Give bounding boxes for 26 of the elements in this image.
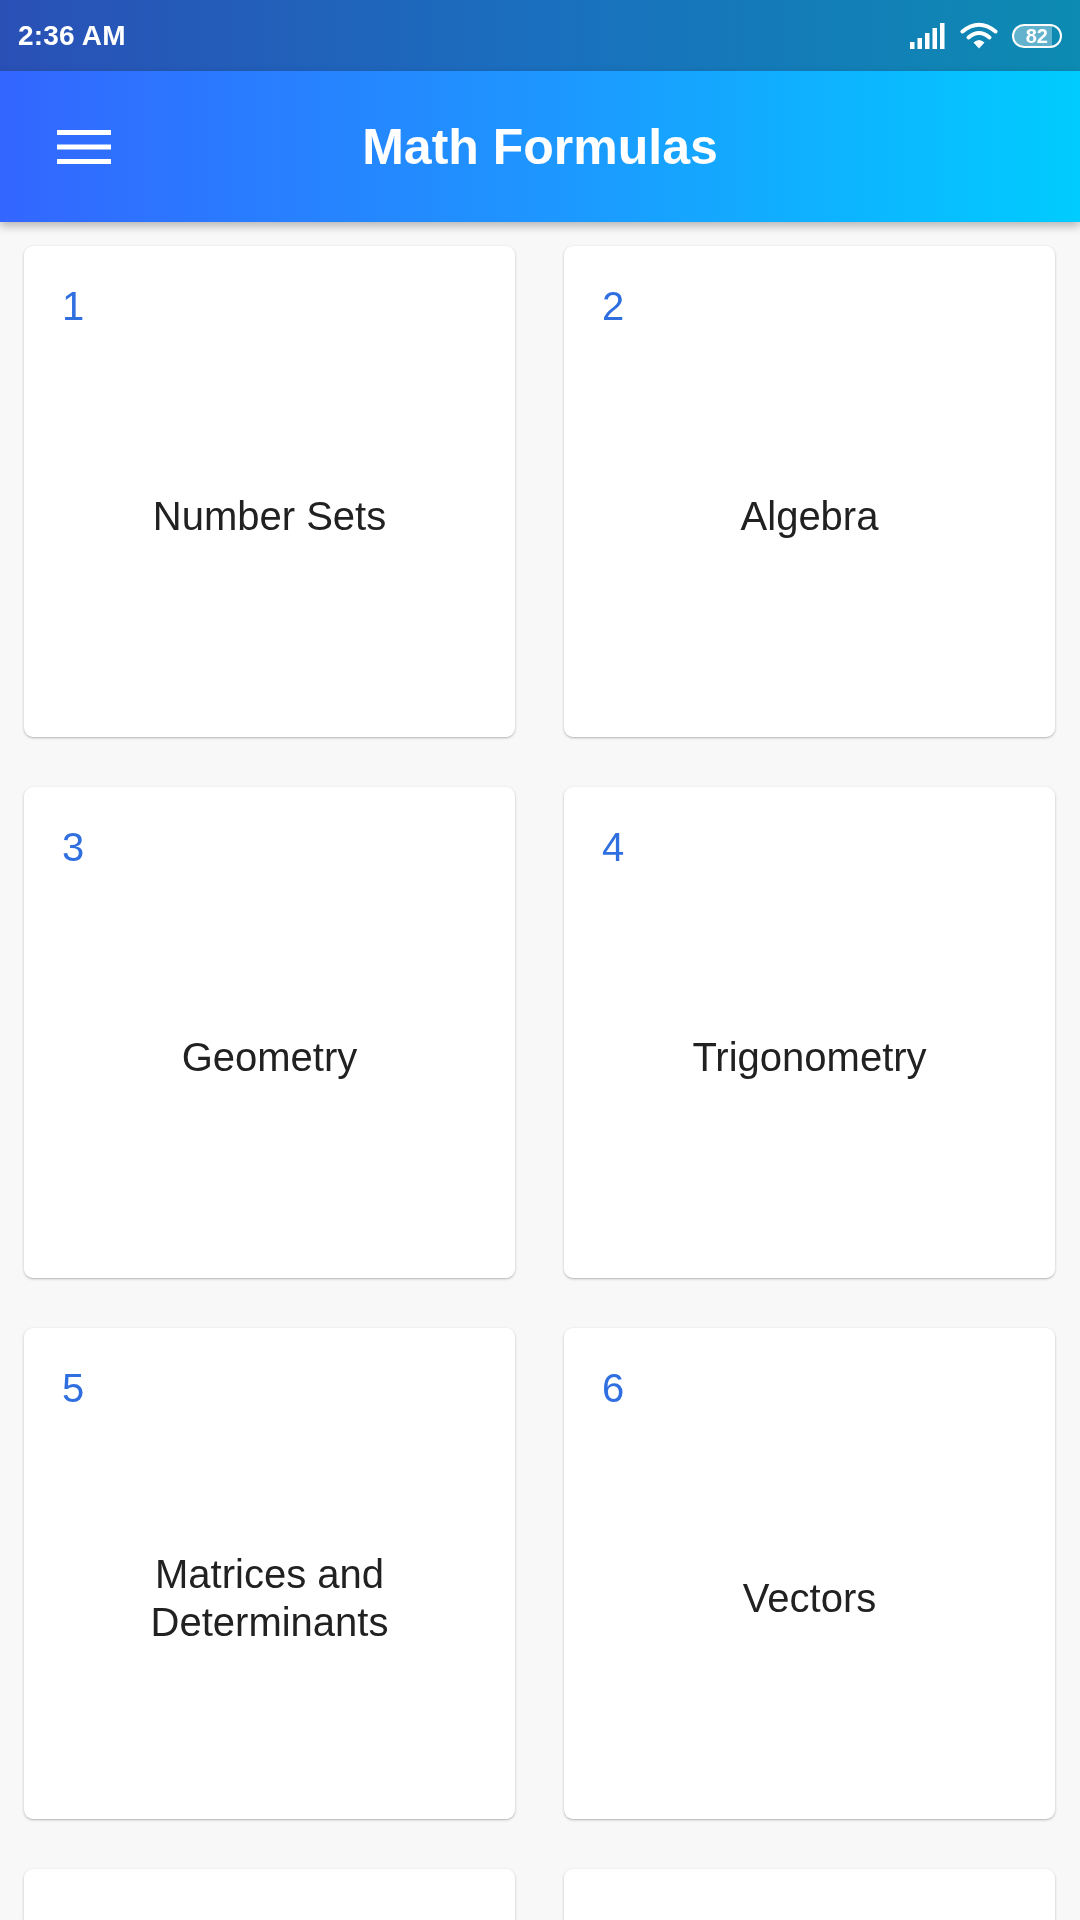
topic-number: 4 — [602, 824, 625, 871]
topic-number: 1 — [62, 283, 85, 330]
topic-title: Geometry — [181, 1033, 358, 1081]
topic-title: Matrices and Determinants — [149, 1550, 390, 1646]
topic-number: 3 — [62, 824, 85, 871]
topic-title: Number Sets — [152, 492, 387, 540]
wifi-icon — [959, 21, 998, 50]
topic-title: Trigonometry — [692, 1033, 927, 1081]
menu-icon[interactable] — [57, 129, 111, 164]
topic-title: Algebra — [740, 492, 879, 540]
topic-card[interactable]: 4 Trigonometry — [564, 787, 1055, 1278]
topic-card[interactable]: 2 Algebra — [564, 246, 1055, 737]
app-title: Math Formulas — [361, 117, 719, 176]
battery-indicator: 82 — [1011, 23, 1062, 48]
topic-number: 6 — [602, 1365, 625, 1412]
topic-card[interactable] — [24, 1869, 515, 1920]
topic-card[interactable]: 5 Matrices and Determinants — [24, 1328, 515, 1819]
topic-title: Vectors — [742, 1574, 877, 1622]
topic-card[interactable]: 6 Vectors — [564, 1328, 1055, 1819]
topic-number: 2 — [602, 283, 625, 330]
status-time: 2:36 AM — [18, 19, 126, 52]
topic-card[interactable]: 1 Number Sets — [24, 246, 515, 737]
signal-icon — [909, 22, 946, 49]
topic-card[interactable]: 3 Geometry — [24, 787, 515, 1278]
topic-number: 5 — [62, 1365, 85, 1412]
topic-card[interactable] — [564, 1869, 1055, 1920]
